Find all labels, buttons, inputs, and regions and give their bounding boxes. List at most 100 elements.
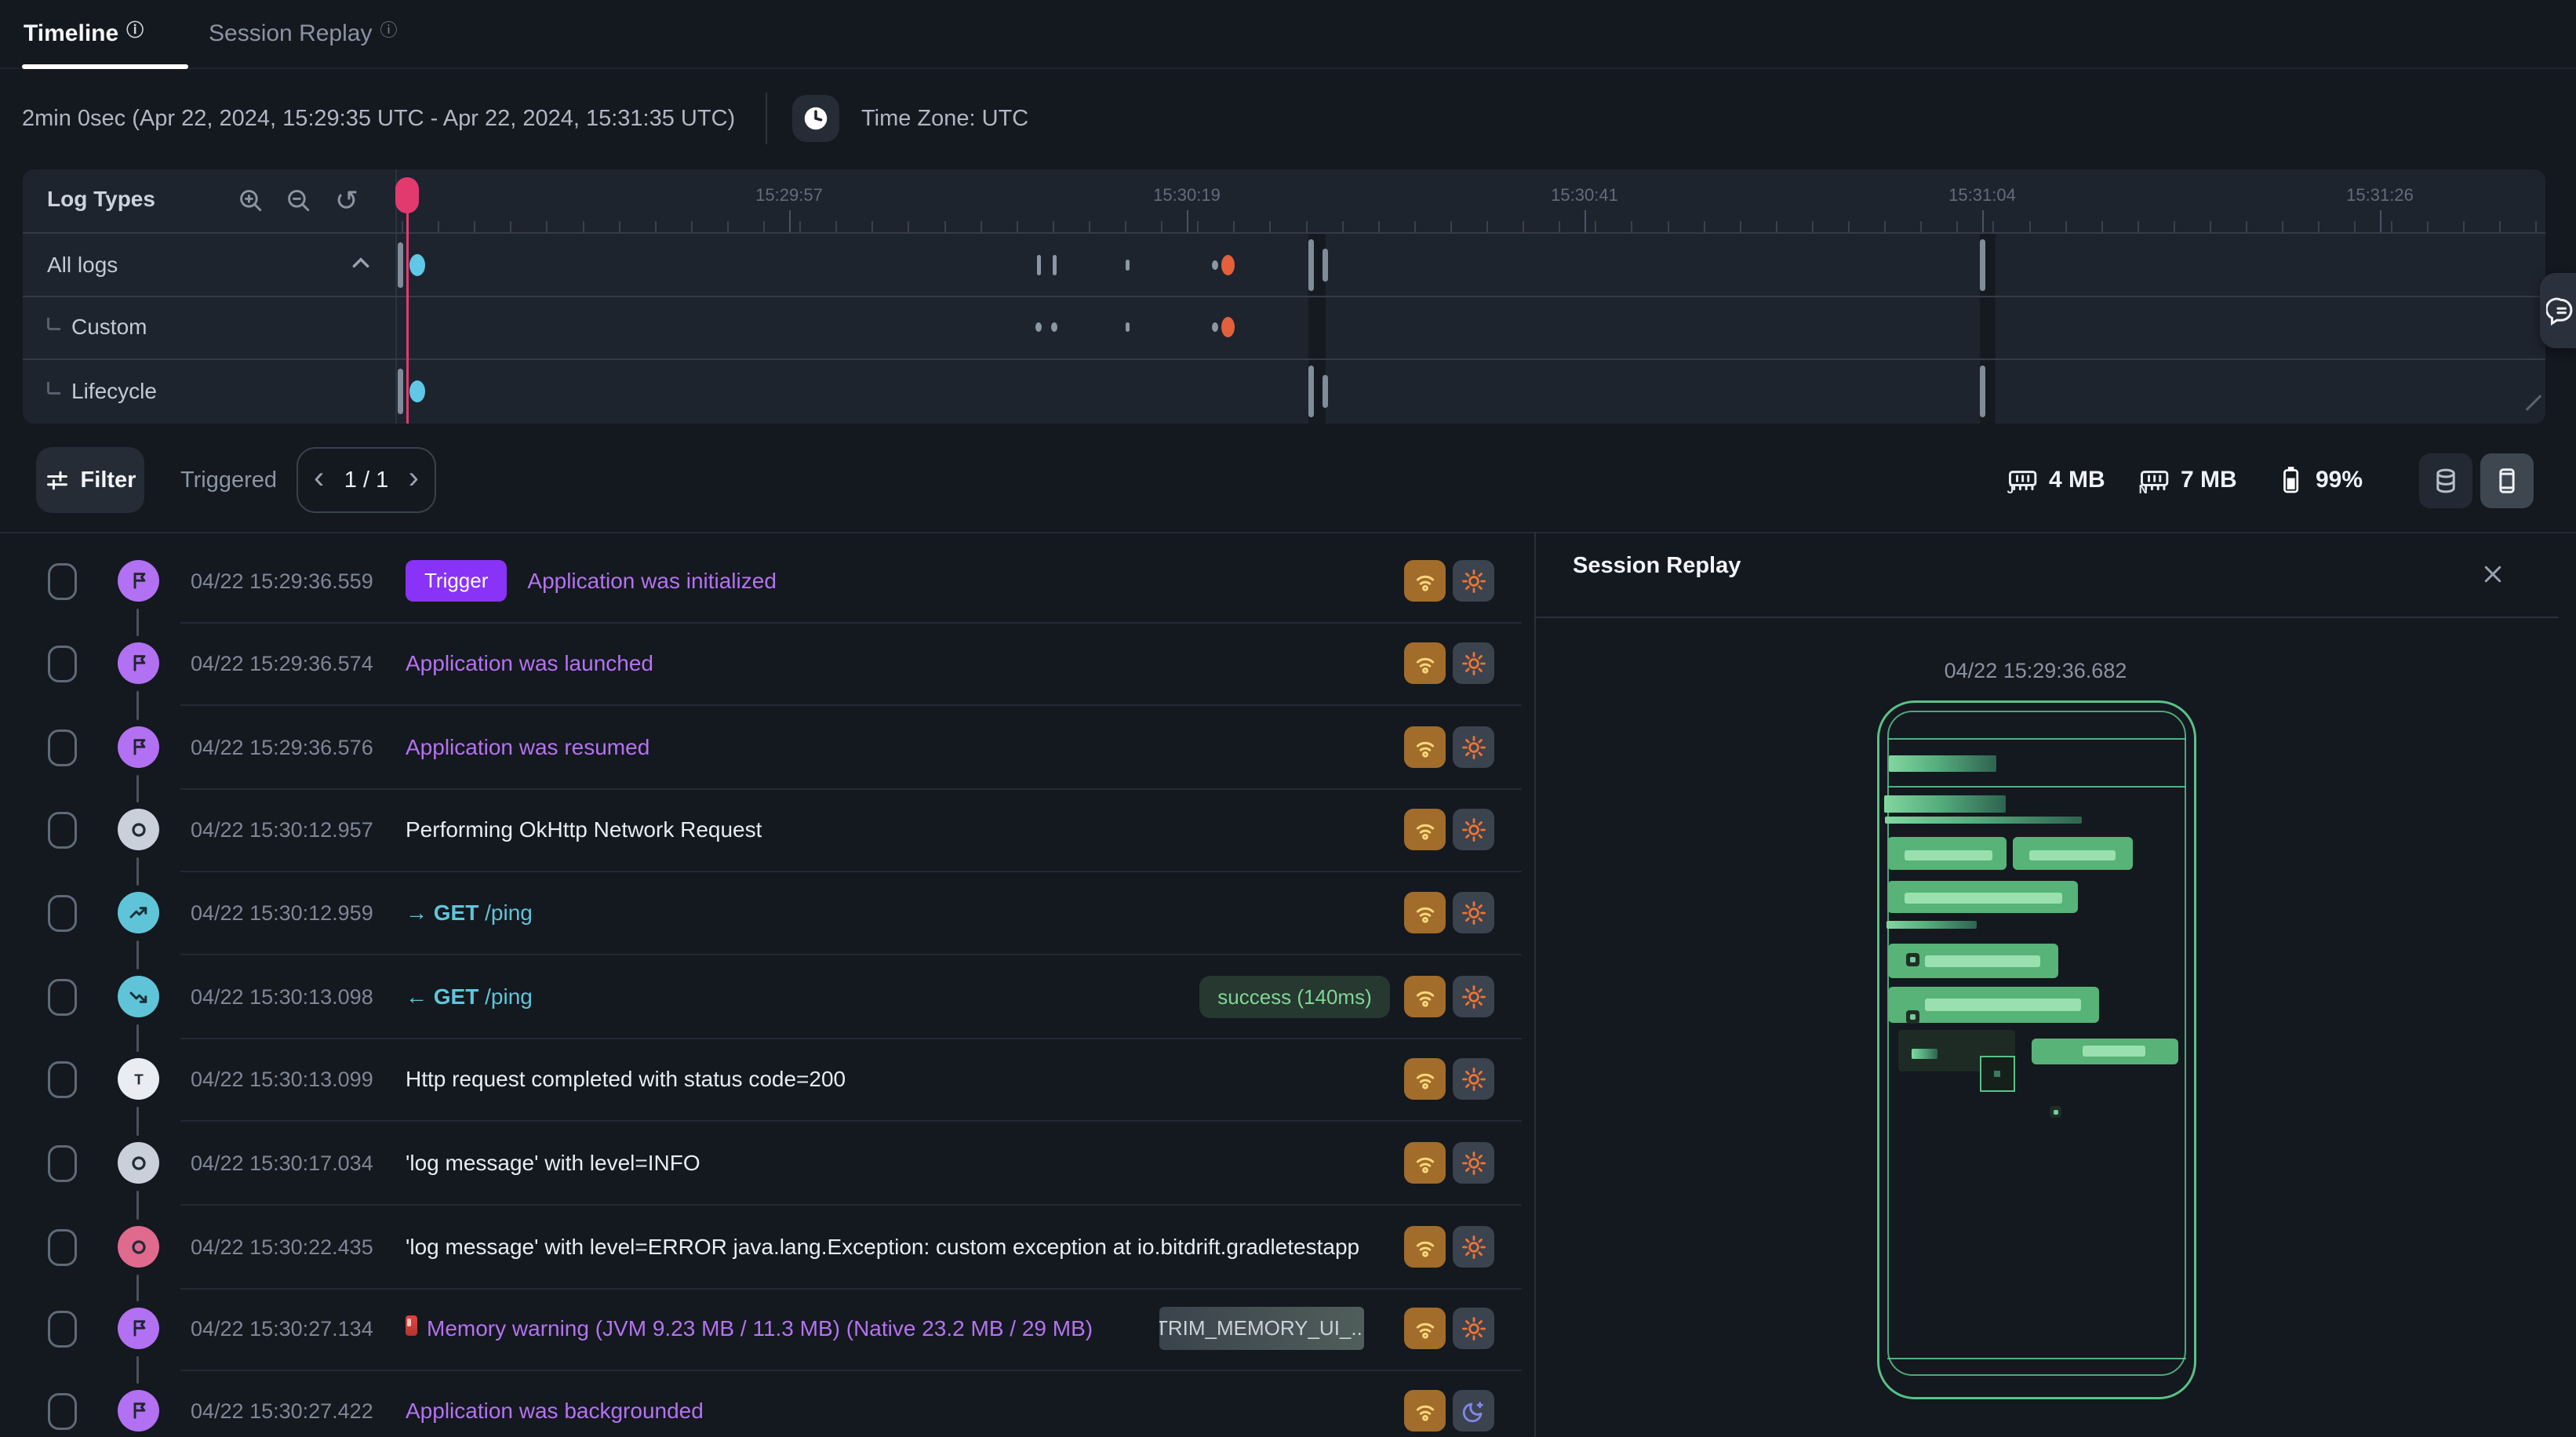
log-mark [1126,260,1130,271]
playhead-handle[interactable] [395,177,419,213]
log-timestamp: 04/22 15:30:13.098 [191,985,373,1010]
playhead-line[interactable] [406,195,409,424]
log-row-checkbox[interactable] [48,812,77,849]
log-row-checkbox[interactable] [48,1145,77,1182]
device-stat-ram-native: N7 MB [2137,447,2237,513]
log-row-checkbox[interactable] [48,646,77,682]
next-page-button[interactable]: › [409,462,419,493]
row-label-text: All logs [47,253,118,278]
wifi-state-badge[interactable] [1404,976,1446,1017]
log-row[interactable]: 04/22 15:30:12.959→ GET /ping [0,871,1534,955]
wifi-state-badge[interactable] [1404,809,1446,850]
skeleton-text-bar [2083,1046,2145,1057]
prev-page-button[interactable]: ‹ [314,462,324,493]
log-row-checkbox[interactable] [48,1311,77,1348]
axis-minor-tick [1450,221,1452,232]
tree-branch-icon [47,382,60,395]
axis-minor-tick [1631,221,1632,232]
zoom-in-icon[interactable] [234,184,268,218]
tab-timeline-label: Timeline [24,20,118,47]
log-row-checkbox[interactable] [48,1229,77,1266]
sun-state-badge[interactable] [1453,642,1494,684]
sun-state-badge[interactable] [1453,809,1494,850]
resize-handle[interactable] [2526,395,2542,411]
axis-minor-tick [1523,221,1524,232]
log-row-checkbox[interactable] [48,1393,77,1430]
skeleton-text-bar [1905,893,2062,904]
collapse-chevron-icon[interactable] [351,256,371,274]
screen-section-divider [1887,786,2186,788]
log-row-checkbox[interactable] [48,1061,77,1098]
axis-minor-tick [1486,221,1488,232]
wifi-state-badge[interactable] [1404,1226,1446,1268]
log-message-group: ← GET /ping [406,976,533,1017]
stat-value: 4 MB [2049,467,2105,493]
axis-minor-tick [1884,221,1886,232]
log-timestamp: 04/22 15:29:36.576 [191,736,373,760]
log-row-checkbox[interactable] [48,979,77,1016]
log-message: Application was initialized [527,569,777,594]
chart-row-label-custom[interactable]: Custom [47,311,147,343]
tab-timeline[interactable]: Timeline ⓘ [24,0,144,67]
log-row[interactable]: 04/22 15:30:27.422Application was backgr… [0,1370,1534,1437]
pagination: ‹ 1 / 1 › [297,447,436,513]
log-row[interactable]: T04/22 15:30:13.099Http request complete… [0,1038,1534,1121]
timezone-clock-button[interactable] [792,95,839,142]
log-row-checkbox[interactable] [48,895,77,932]
filter-button[interactable]: Filter [36,447,144,513]
replay-skeleton-block [1885,817,2082,824]
zoom-out-icon[interactable] [282,184,316,218]
log-row-checkbox[interactable] [48,563,77,600]
selected-log-dot [409,254,425,276]
sun-state-badge[interactable] [1453,726,1494,768]
skeleton-image-icon [2050,1106,2061,1118]
info-icon[interactable]: ⓘ [126,16,144,42]
wifi-state-badge[interactable] [1404,642,1446,684]
log-row[interactable]: 04/22 15:30:12.957Performing OkHttp Netw… [0,788,1534,871]
log-message: Application was backgrounded [406,1399,704,1424]
chart-row-label-lifecycle[interactable]: Lifecycle [47,376,157,407]
log-row[interactable]: 04/22 15:30:22.435'log message' with lev… [0,1206,1534,1289]
screen-section-divider [1887,1358,2186,1359]
toggle-database-button[interactable] [2419,453,2472,508]
toggle-phone-button[interactable] [2480,453,2534,508]
log-row[interactable]: 04/22 15:29:36.574Application was launch… [0,622,1534,705]
info-icon[interactable]: ⓘ [380,16,397,42]
log-row[interactable]: 04/22 15:29:36.559TriggerApplication was… [0,540,1534,623]
session-replay-title: Session Replay [1573,553,1741,579]
moon-state-badge[interactable] [1453,1390,1494,1432]
tab-session-replay[interactable]: Session Replay ⓘ [209,0,397,67]
wifi-state-badge[interactable] [1404,560,1446,602]
log-row[interactable]: 04/22 15:30:17.034'log message' with lev… [0,1122,1534,1205]
sun-state-badge[interactable] [1453,976,1494,1017]
sun-state-badge[interactable] [1453,892,1494,933]
sun-state-badge[interactable] [1453,1058,1494,1100]
log-density-bar [398,369,403,414]
wifi-state-badge[interactable] [1404,1390,1446,1432]
sun-state-badge[interactable] [1453,1142,1494,1184]
wifi-state-badge[interactable] [1404,726,1446,768]
feedback-tab-button[interactable] [2540,273,2576,348]
log-row[interactable]: 04/22 15:30:13.098← GET /pingsuccess (14… [0,955,1534,1039]
axis-minor-tick [1776,221,1777,232]
sun-state-badge[interactable] [1453,1308,1494,1349]
sun-state-badge[interactable] [1453,560,1494,602]
sun-state-badge[interactable] [1453,1226,1494,1268]
axis-major-tick [1187,210,1188,232]
wifi-state-badge[interactable] [1404,1058,1446,1100]
axis-minor-tick [1089,221,1090,232]
log-timestamp: 04/22 15:29:36.559 [191,569,373,594]
wifi-icon [1411,567,1439,595]
chart-row-label-all_logs[interactable]: All logs [47,249,118,281]
log-row[interactable]: 04/22 15:29:36.576Application was resume… [0,706,1534,789]
log-row-checkbox[interactable] [48,729,77,766]
wifi-state-badge[interactable] [1404,1308,1446,1349]
close-session-replay-button[interactable] [2477,558,2509,590]
wifi-state-badge[interactable] [1404,1142,1446,1184]
log-row[interactable]: 04/22 15:30:27.134Memory warning (JVM 9.… [0,1287,1534,1370]
axis-minor-tick [2354,221,2356,232]
replay-skeleton-block [1884,795,2006,813]
reset-zoom-icon[interactable]: ↺ [329,184,364,218]
wifi-state-badge[interactable] [1404,892,1446,933]
axis-minor-tick [691,221,693,232]
